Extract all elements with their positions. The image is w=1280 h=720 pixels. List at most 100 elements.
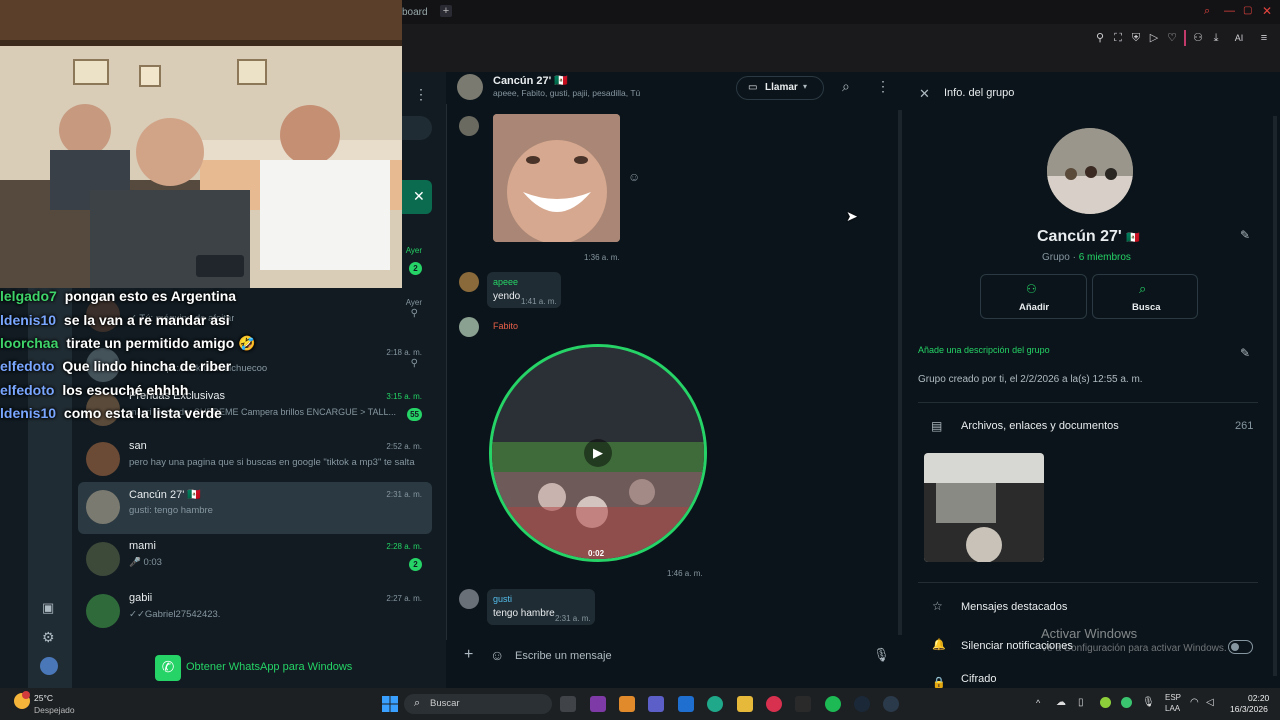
composer-bar (446, 640, 905, 688)
chat-row[interactable]: mami 🎤 0:03 2:28 a. m. 2 (78, 534, 432, 586)
chat-name: gabii (129, 592, 153, 604)
search-icon[interactable]: ⌕ (1204, 5, 1210, 18)
menu-icon[interactable]: ≡ (1258, 32, 1270, 44)
steam-icon[interactable] (854, 696, 870, 712)
shield-icon[interactable]: ⛨ (1130, 32, 1142, 44)
message-text: yendo (493, 291, 521, 302)
chat-time: 2:31 a. m. (386, 490, 422, 499)
close-window-icon[interactable]: ✕ (1262, 4, 1272, 18)
minimize-icon[interactable]: — (1224, 5, 1235, 17)
edge-icon[interactable] (707, 696, 723, 712)
browser-tab-label[interactable]: board (402, 7, 428, 18)
whatsapp-logo-icon: ✆ (155, 655, 181, 681)
video-note[interactable]: ▶ 0:02 (489, 344, 707, 562)
more-options-icon[interactable]: ⋮ (414, 86, 428, 103)
steam-notification-icon[interactable] (883, 696, 899, 712)
emoji-reaction-icon[interactable]: ☺ (628, 170, 640, 184)
chat-row[interactable]: san pero hay una pagina que si buscas en… (78, 434, 432, 486)
cloud-icon[interactable]: ☁ (1056, 697, 1066, 708)
search-icon[interactable]: ⌕ (842, 78, 850, 95)
profile-avatar[interactable] (40, 657, 58, 675)
get-app-link[interactable]: Obtener WhatsApp para Windows (186, 661, 352, 673)
chat-members: apeee, Fabito, gusti, pajii, pesadilla, … (493, 88, 641, 98)
volume-icon[interactable]: ◁ (1206, 697, 1214, 708)
chat-row[interactable]: gabii ✓✓Gabriel27542423. 2:27 a. m. (78, 586, 432, 638)
chat-username: loorchaa (0, 335, 59, 351)
group-avatar[interactable] (457, 74, 483, 100)
more-options-icon[interactable]: ⋮ (876, 78, 890, 95)
message-bubble[interactable]: gusti tengo hambre 2:31 a. m. (487, 589, 595, 625)
info-scrollbar[interactable] (1273, 116, 1277, 676)
download-icon[interactable]: ⤓ (1210, 32, 1222, 44)
opera-gx-icon[interactable] (766, 696, 782, 712)
tray-app-icon[interactable] (1100, 697, 1111, 708)
media-thumbnail-art (924, 453, 1044, 562)
chat-time: Ayer (405, 246, 422, 255)
heart-icon[interactable]: ♡ (1166, 32, 1178, 44)
starred-messages[interactable]: Mensajes destacados (961, 601, 1067, 613)
attach-plus-icon[interactable]: + (464, 646, 473, 664)
teams-icon[interactable] (648, 696, 664, 712)
settings-icon[interactable]: ⚙ (42, 629, 55, 646)
files-label[interactable]: Archivos, enlaces y documentos (961, 420, 1119, 432)
chat-scrollbar[interactable] (898, 110, 902, 635)
chat-row-selected[interactable]: Cancún 27' 🇲🇽 gusti: tengo hambre 2:31 a… (78, 482, 432, 534)
close-icon[interactable]: ✕ (413, 188, 425, 205)
pin-icon: ⚲ (410, 308, 418, 319)
edit-icon[interactable]: ✎ (1240, 228, 1250, 242)
chat-title[interactable]: Cancún 27' 🇲🇽 (493, 74, 568, 87)
wifi-icon[interactable]: ◠ (1190, 697, 1199, 708)
language-layout[interactable]: LAA (1165, 704, 1180, 713)
profile-icon[interactable]: ⚇ (1192, 32, 1204, 44)
epic-games-icon[interactable] (795, 696, 811, 712)
spotify-icon[interactable] (825, 696, 841, 712)
members-link[interactable]: 6 miembros (1079, 252, 1131, 263)
language-code[interactable]: ESP (1165, 693, 1181, 702)
video-icon: ▭ (748, 82, 758, 93)
copilot-icon[interactable] (619, 696, 635, 712)
divider (918, 582, 1258, 583)
mute-toggle[interactable] (1228, 640, 1253, 654)
pin-icon[interactable]: ⚲ (1094, 32, 1106, 44)
new-tab-icon[interactable]: + (440, 5, 452, 17)
windows-start-icon[interactable] (382, 696, 398, 712)
task-view-icon[interactable] (560, 696, 576, 712)
weather-status[interactable]: Despejado (34, 705, 75, 715)
media-icon[interactable]: ▣ (42, 600, 54, 616)
file-explorer-icon[interactable] (737, 696, 753, 712)
outlook-icon[interactable] (678, 696, 694, 712)
maximize-icon[interactable]: ▢ (1243, 5, 1252, 16)
microphone-icon[interactable]: 🎙 (873, 647, 890, 663)
screenshot-icon[interactable]: ⛶ (1112, 32, 1124, 44)
close-icon[interactable]: ✕ (919, 86, 930, 102)
clock-time[interactable]: 02:20 (1248, 693, 1269, 703)
stream-chat-message: ldenis10 como esta la lista verde (0, 405, 222, 427)
tray-app-icon[interactable] (1121, 697, 1132, 708)
message-input[interactable]: Escribe un mensaje (515, 650, 612, 662)
group-photo[interactable] (1047, 128, 1133, 214)
chevron-up-icon[interactable]: ^ (1036, 698, 1040, 708)
play-icon[interactable]: ▶ (584, 439, 612, 467)
taskbar-search[interactable]: ⌕ Buscar (404, 694, 552, 714)
microphone-icon[interactable]: 🎙 (1142, 697, 1155, 708)
search-icon: ⌕ (1139, 281, 1147, 296)
divider (918, 402, 1258, 403)
app-icon[interactable] (590, 696, 606, 712)
media-thumbnail[interactable] (924, 453, 1044, 562)
edit-icon[interactable]: ✎ (1240, 346, 1250, 360)
add-button[interactable]: ⚇ Añadir (980, 274, 1087, 319)
weather-temp[interactable]: 25°C (34, 693, 53, 703)
avatar (86, 490, 120, 524)
ai-button[interactable]: AI (1228, 32, 1250, 44)
add-description-link[interactable]: Añade una descripción del grupo (918, 345, 1050, 355)
call-button[interactable]: ▭ Llamar ▾ (736, 76, 824, 100)
message-bubble[interactable]: apeee yendo 1:41 a. m. (487, 272, 561, 308)
sticker-icon[interactable]: ☺ (490, 647, 504, 663)
chat-preview: 🎤 0:03 (129, 557, 162, 568)
tray-icon[interactable]: ▯ (1078, 697, 1084, 708)
clock-date[interactable]: 16/3/2026 (1230, 704, 1268, 714)
encryption[interactable]: Cifrado (961, 673, 996, 685)
play-icon[interactable]: ▷ (1148, 32, 1160, 44)
search-members-button[interactable]: ⌕ Busca (1092, 274, 1198, 319)
image-message[interactable] (493, 114, 620, 242)
